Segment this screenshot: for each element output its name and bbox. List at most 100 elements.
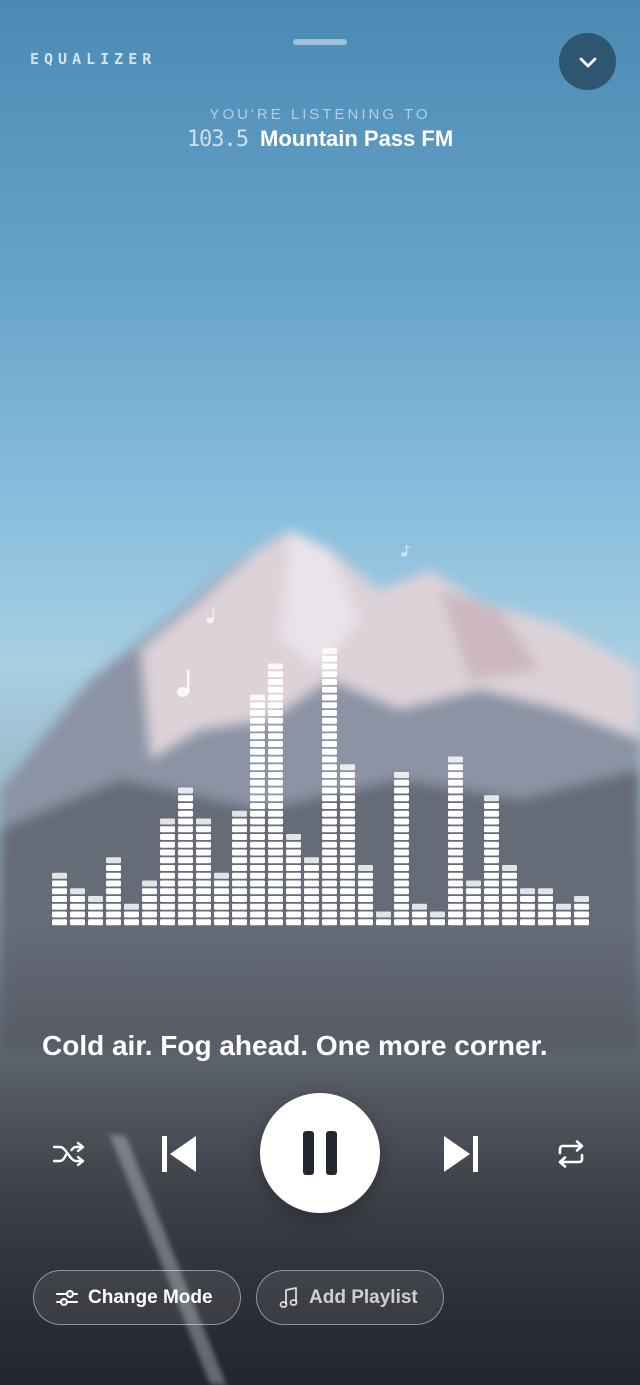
equalizer-column [88,896,103,926]
previous-button[interactable] [152,1128,204,1180]
equalizer-cell [394,872,409,879]
equalizer-cell [448,872,463,879]
equalizer-cell [304,888,319,895]
equalizer-cell [340,772,355,778]
equalizer-cell [160,834,175,840]
equalizer-peak-cell [358,865,373,871]
equalizer-cell [286,911,301,918]
equalizer-cell [286,919,301,926]
equalizer-column [502,865,517,926]
equalizer-cell [196,903,211,910]
repeat-button[interactable] [550,1133,592,1175]
equalizer-cell [340,834,355,840]
equalizer-cell [556,919,571,926]
equalizer-cell [250,818,265,825]
equalizer-peak-cell [124,903,139,910]
equalizer-cell [322,764,337,771]
equalizer-cell [304,872,319,879]
equalizer-cell [448,810,463,817]
equalizer-cell [250,849,265,856]
equalizer-cell [484,919,499,926]
equalizer-cell [232,849,247,856]
equalizer-cell [196,911,211,918]
equalizer-cell [142,903,157,910]
equalizer-cell [268,834,283,840]
equalizer-cell [196,919,211,926]
equalizer-cell [196,849,211,856]
equalizer-cell [250,841,265,848]
equalizer-cell [52,896,67,902]
equalizer-cell [106,872,121,879]
equalizer-column [484,795,499,926]
equalizer-cell [340,903,355,910]
equalizer-cell [250,810,265,817]
equalizer-column [340,764,355,926]
equalizer-cell [448,919,463,926]
equalizer-column [106,857,121,926]
equalizer-cell [502,911,517,918]
pause-icon [303,1131,337,1175]
equalizer-cell [322,756,337,763]
shuffle-button[interactable] [48,1133,90,1175]
equalizer-cell [232,911,247,918]
equalizer-cell [160,919,175,926]
equalizer-cell [106,911,121,918]
equalizer-cell [448,772,463,778]
equalizer-cell [448,787,463,794]
equalizer-cell [268,702,283,709]
equalizer-cell [322,710,337,716]
equalizer-cell [340,896,355,902]
equalizer-peak-cell [412,903,427,910]
equalizer-cell [268,694,283,701]
equalizer-cell [484,865,499,871]
equalizer-cell [484,903,499,910]
equalizer-cell [160,865,175,871]
equalizer-cell [268,849,283,856]
equalizer-cell [502,896,517,902]
equalizer-cell [304,880,319,887]
equalizer-cell [448,857,463,864]
equalizer-cell [484,872,499,879]
add-playlist-button[interactable]: Add Playlist [256,1270,444,1325]
equalizer-cell [196,872,211,879]
equalizer-peak-cell [430,911,445,918]
equalizer-cell [214,896,229,902]
equalizer-cell [268,872,283,879]
equalizer-cell [340,880,355,887]
pause-button[interactable] [260,1093,380,1213]
equalizer-cell [448,795,463,802]
equalizer-peak-cell [340,764,355,771]
equalizer-peak-cell [178,787,193,794]
equalizer-peak-cell [394,772,409,778]
equalizer-cell [412,911,427,918]
next-button[interactable] [436,1128,488,1180]
equalizer-cell [322,849,337,856]
equalizer-cell [394,919,409,926]
equalizer-cell [484,834,499,840]
equalizer-cell [268,756,283,763]
music-note-icon [279,1286,298,1308]
equalizer-cell [178,919,193,926]
shuffle-icon [52,1141,85,1167]
equalizer-cell [268,818,283,825]
equalizer-cell [250,741,265,747]
equalizer-cell [340,841,355,848]
change-mode-button[interactable]: Change Mode [33,1270,241,1325]
equalizer-cell [232,834,247,840]
equalizer-cell [196,834,211,840]
equalizer-cell [232,872,247,879]
equalizer-cell [304,919,319,926]
equalizer-cell [340,779,355,786]
equalizer-cell [178,841,193,848]
equalizer-cell [268,919,283,926]
equalizer-cell [142,919,157,926]
equalizer-cell [394,795,409,802]
equalizer-cell [268,710,283,716]
equalizer-cell [394,880,409,887]
skip-previous-icon [162,1136,196,1172]
equalizer-column [538,888,553,926]
equalizer-cell [358,919,373,926]
equalizer-column [232,810,247,926]
equalizer-cell [214,903,229,910]
equalizer-cell [250,834,265,840]
